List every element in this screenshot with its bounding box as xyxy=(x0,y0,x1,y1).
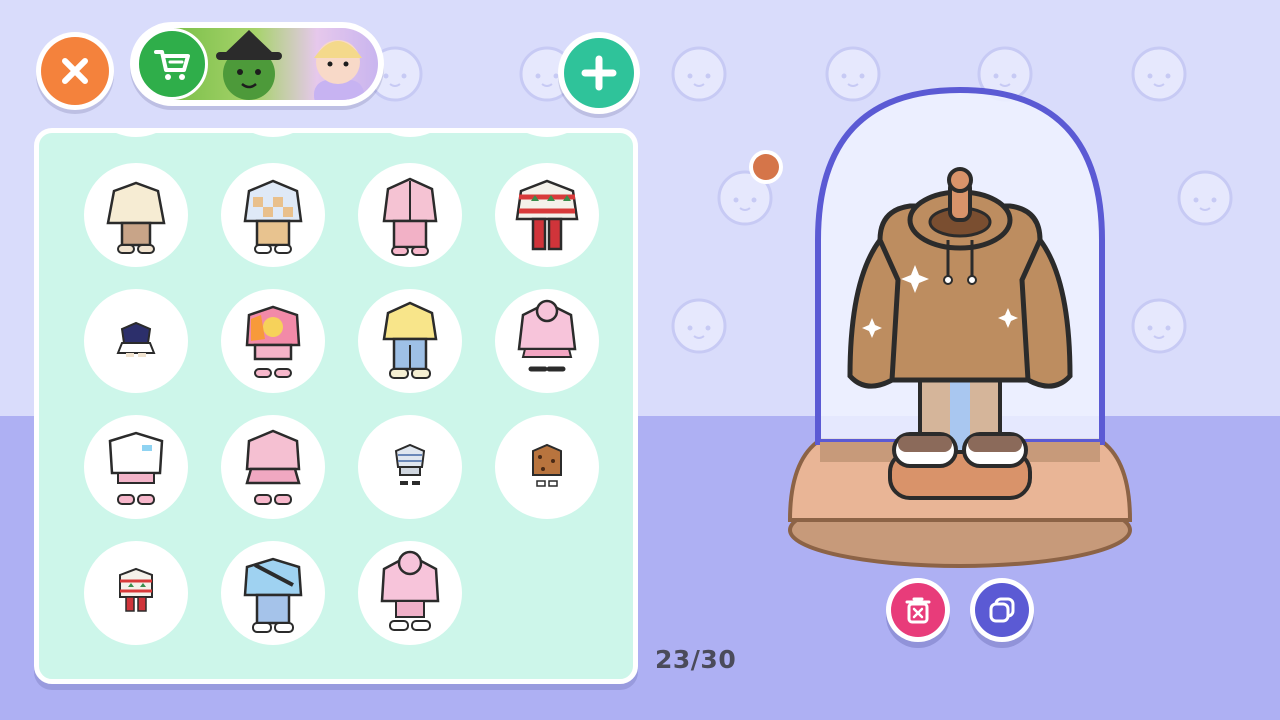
outfit-slot-pink-hoodie[interactable] xyxy=(358,541,462,645)
outfit-slot-yellow-sweater[interactable] xyxy=(358,289,462,393)
blue-checkered-outfit-icon xyxy=(243,179,303,254)
plus-icon xyxy=(564,38,634,108)
close-icon xyxy=(41,37,109,105)
outfit-slot-white-tee[interactable] xyxy=(84,415,188,519)
navy-top-small-icon xyxy=(116,321,156,357)
pink-zip-outfit-icon xyxy=(382,177,438,256)
outfit-slot-tie-dye[interactable] xyxy=(221,289,325,393)
outfit-count-label: 23/30 xyxy=(655,645,737,674)
outfit-slot[interactable] xyxy=(221,133,325,137)
outfit-slot-navy-top[interactable] xyxy=(84,289,188,393)
outfit-slot-pink-cardigan[interactable] xyxy=(221,415,325,519)
outfit-grid-panel[interactable] xyxy=(34,128,638,684)
shop-banner[interactable] xyxy=(130,22,384,106)
pink-cardigan-skirt-outfit-icon xyxy=(245,429,301,505)
trash-icon xyxy=(891,583,945,637)
add-outfit-button[interactable] xyxy=(558,32,640,114)
leopard-coat-small-icon xyxy=(532,443,562,487)
outfit-slot[interactable] xyxy=(84,133,188,137)
outfit-slot-pink-hoodie-dress[interactable] xyxy=(495,289,599,393)
christmas-sweater-outfit-icon xyxy=(515,179,579,251)
striped-shirt-small-icon xyxy=(394,443,426,485)
duplicate-icon xyxy=(975,583,1029,637)
color-picker-dot[interactable] xyxy=(749,150,783,184)
color-swatch xyxy=(753,154,779,180)
outfit-slot-pink-zip[interactable] xyxy=(358,163,462,267)
outfit-slot[interactable] xyxy=(495,133,599,137)
close-button[interactable] xyxy=(36,32,114,110)
outfit-slot-blue-checkered[interactable] xyxy=(221,163,325,267)
pink-hoodie-outfit-icon xyxy=(380,550,440,631)
outfit-slot-leopard-coat[interactable] xyxy=(495,415,599,519)
outfit-slot-christmas-sweater[interactable] xyxy=(495,163,599,267)
delete-outfit-button[interactable] xyxy=(886,578,950,642)
cream-jacket-outfit-icon xyxy=(106,181,166,254)
cat-wallpaper-icon xyxy=(671,46,727,102)
cat-wallpaper-icon xyxy=(671,298,727,354)
outfit-slot-striped-shirt[interactable] xyxy=(358,415,462,519)
outfit-slot-blue-sweatshirt[interactable] xyxy=(221,541,325,645)
outfit-slot[interactable] xyxy=(358,133,462,137)
white-tee-pink-outfit-icon xyxy=(108,431,164,505)
duplicate-outfit-button[interactable] xyxy=(970,578,1034,642)
blue-sweatshirt-outfit-icon xyxy=(243,557,303,633)
christmas-sweater-small-icon xyxy=(119,567,153,612)
shopping-cart-icon xyxy=(154,50,190,80)
cat-wallpaper-icon xyxy=(1177,170,1233,226)
tie-dye-outfit-icon xyxy=(245,305,301,378)
pink-hoodie-dress-outfit-icon xyxy=(517,299,577,372)
outfit-slot-christmas-small[interactable] xyxy=(84,541,188,645)
shop-cart-button[interactable] xyxy=(136,28,208,100)
outfit-slot-cream-jacket[interactable] xyxy=(84,163,188,267)
yellow-sweater-jeans-outfit-icon xyxy=(382,301,438,379)
display-case xyxy=(787,86,1133,568)
